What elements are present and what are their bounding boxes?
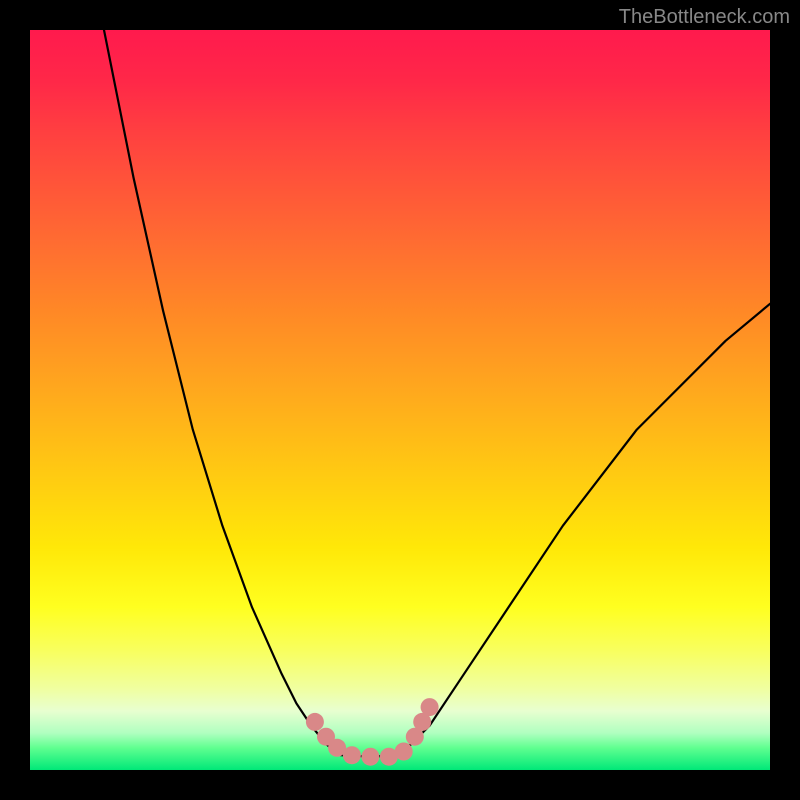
bottleneck-curve: [104, 30, 770, 757]
highlight-markers: [306, 698, 439, 766]
chart-gradient-background: [30, 30, 770, 770]
chart-svg: [30, 30, 770, 770]
watermark-text: TheBottleneck.com: [619, 6, 790, 29]
